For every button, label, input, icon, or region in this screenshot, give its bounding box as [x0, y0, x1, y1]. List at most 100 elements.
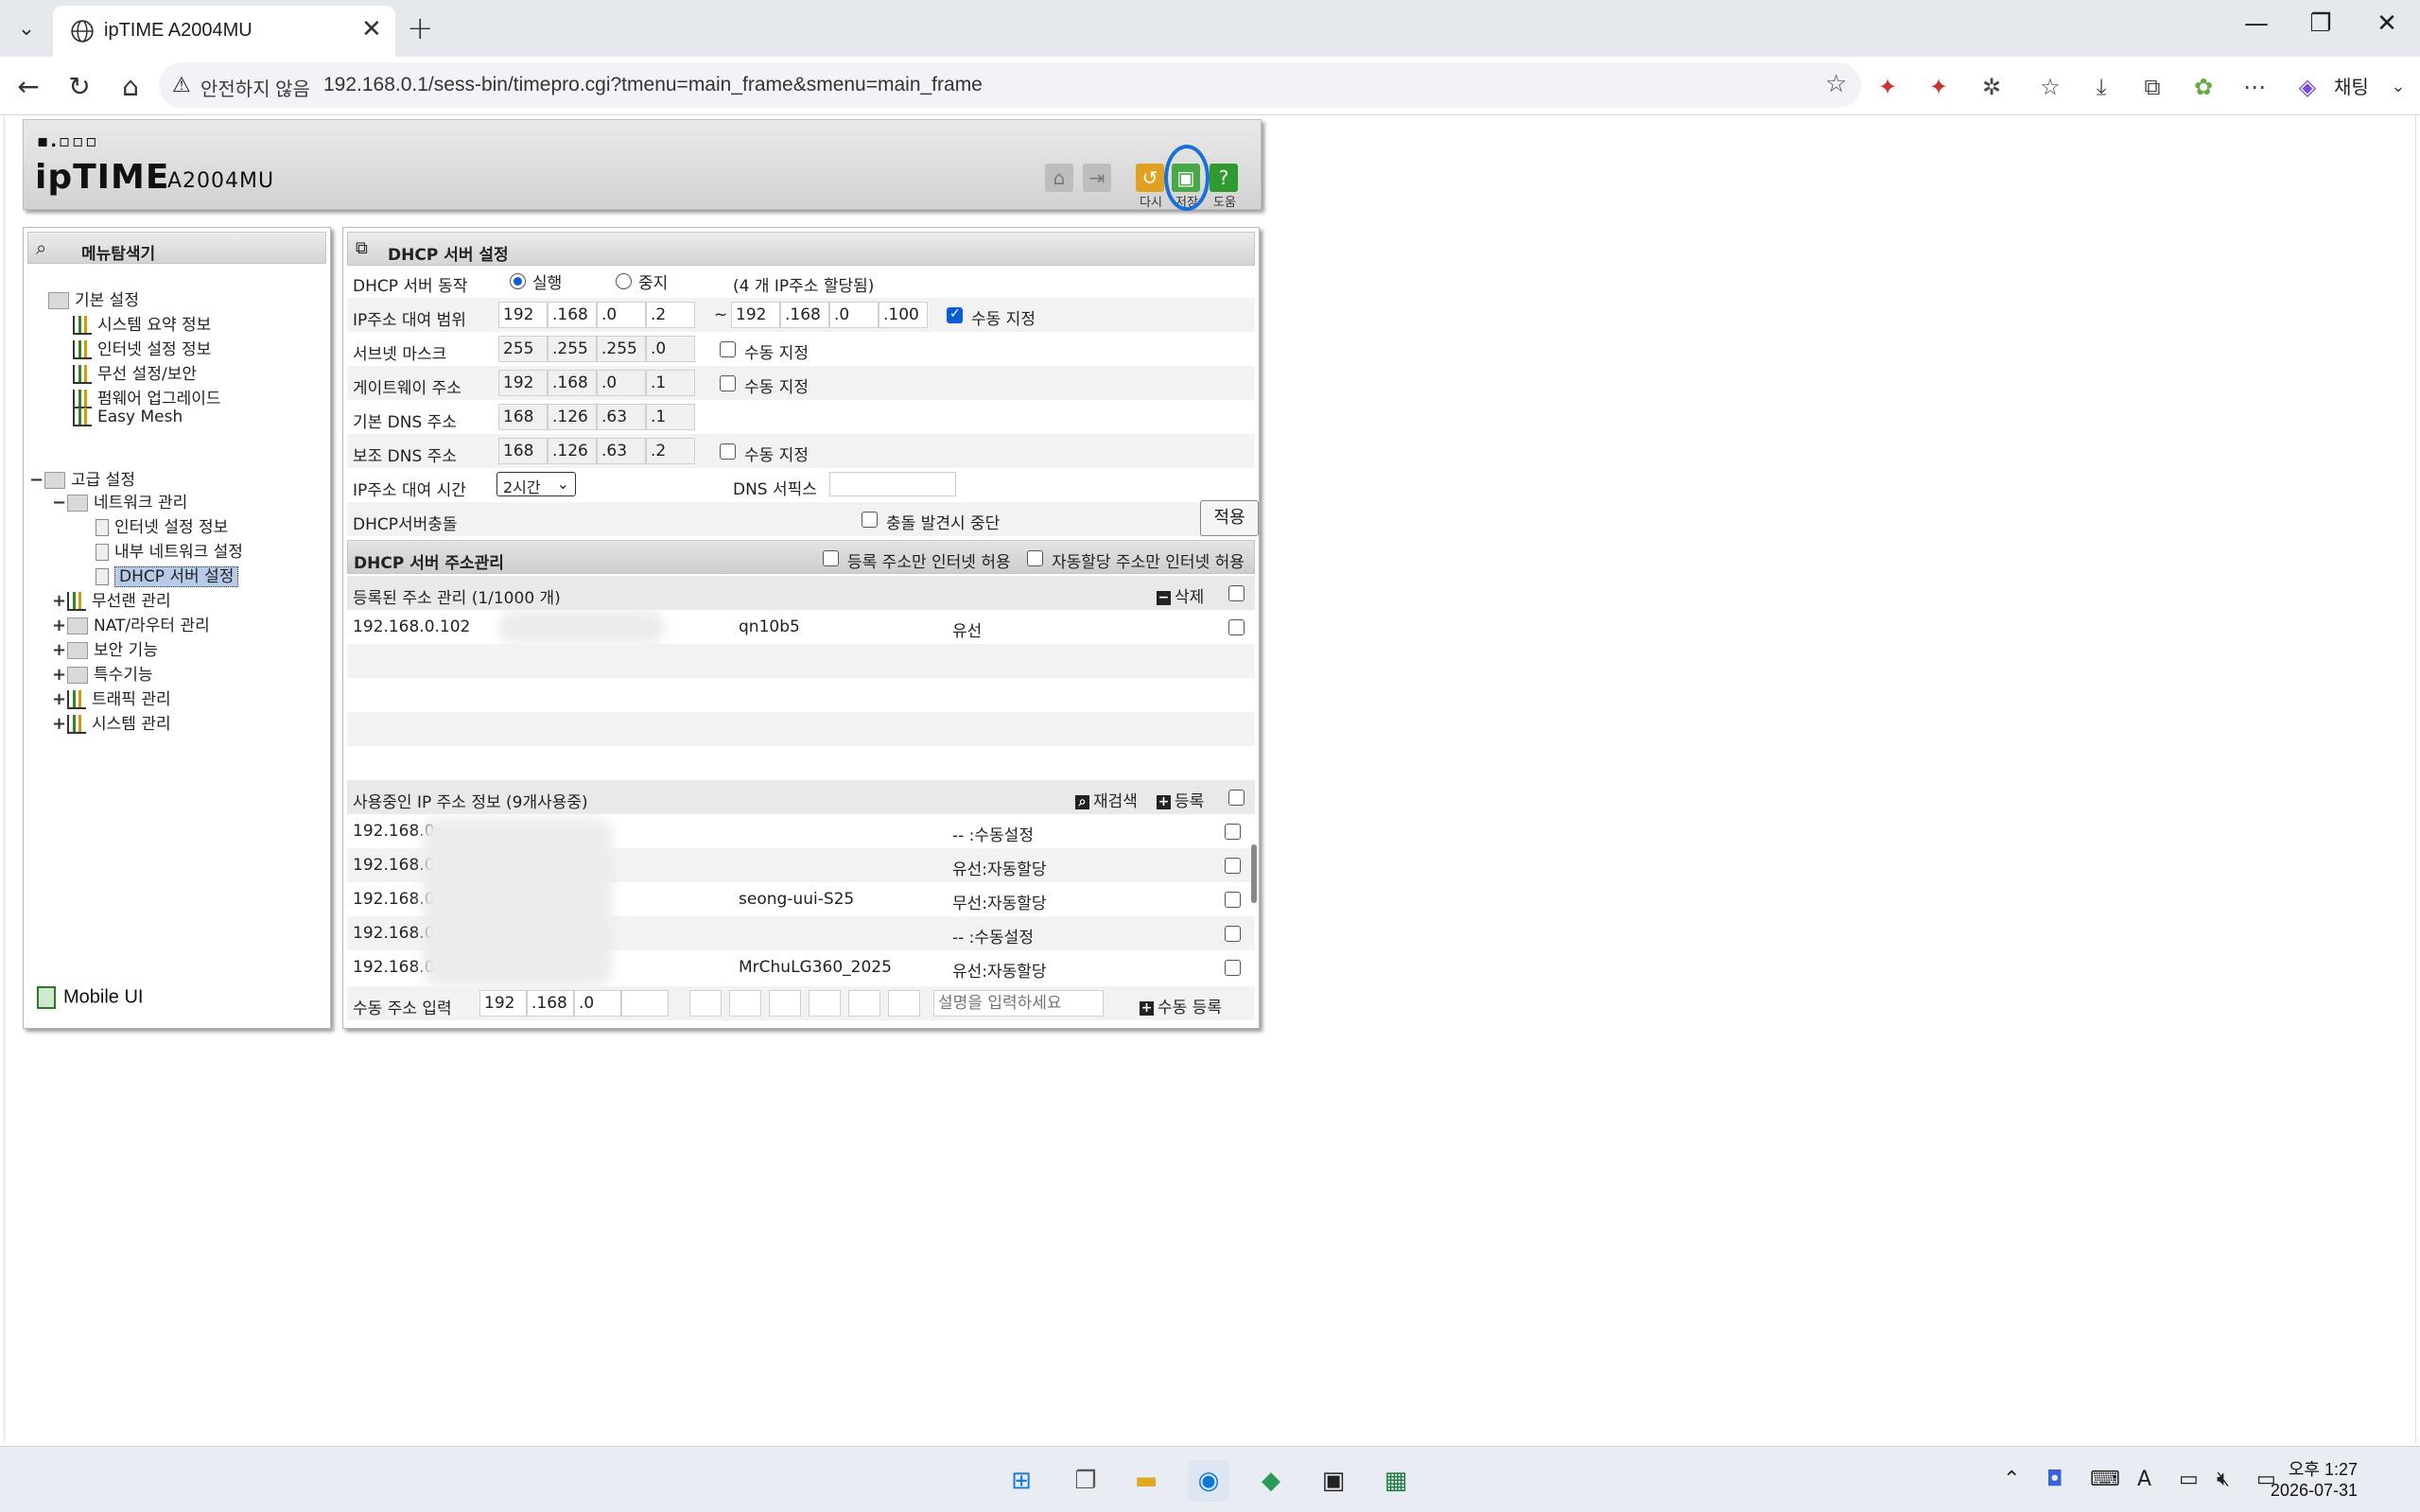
collapse-icon[interactable]: − [29, 470, 44, 490]
dns-suffix-input[interactable] [829, 472, 956, 496]
range-manual-label[interactable]: 수동 지정 [971, 305, 1036, 329]
tree-item-dhcp-server[interactable]: DHCP 서버 설정 [96, 563, 239, 587]
help-icon[interactable]: ? [1210, 164, 1238, 192]
range-start-octet-3[interactable] [597, 302, 646, 328]
back-arrow-icon[interactable]: ← [9, 68, 47, 106]
clock-time[interactable]: 오후 1:27 [2289, 1456, 2358, 1481]
gateway-octet-3[interactable] [597, 370, 646, 396]
lease-time-select[interactable]: 2시간 ⌄ [496, 472, 576, 496]
tree-group-system[interactable]: + 시스템 관리 [52, 710, 171, 734]
task-view-icon[interactable]: ❐ [1065, 1460, 1106, 1502]
clock-date[interactable]: 2026-07-31 [2271, 1481, 2358, 1501]
delete-button[interactable]: − 삭제 [1157, 583, 1204, 607]
conflict-stop-checkbox[interactable] [862, 512, 878, 528]
range-end-octet-1[interactable] [731, 302, 780, 328]
range-end-octet-2[interactable] [780, 302, 829, 328]
mac-part-1[interactable] [689, 990, 722, 1017]
terminal-icon[interactable]: ▣ [1313, 1460, 1354, 1502]
subnet-octet-1[interactable] [498, 336, 548, 362]
minimize-icon[interactable]: — [2228, 9, 2285, 38]
address-bar[interactable]: ⚠ 안전하지 않음 192.168.0.1/sess-bin/timepro.c… [159, 62, 1861, 108]
expand-icon[interactable]: + [52, 616, 67, 635]
subnet-manual-label[interactable]: 수동 지정 [744, 339, 809, 363]
range-end-octet-4[interactable] [879, 302, 928, 328]
help-label[interactable]: 도움 [1213, 192, 1236, 210]
inuse-row-checkbox[interactable] [1225, 858, 1241, 874]
manual-register-button[interactable]: + 수동 등록 [1140, 994, 1222, 1017]
mac-part-6[interactable] [888, 990, 920, 1017]
inuse-row-checkbox[interactable] [1225, 824, 1241, 840]
conflict-stop-label[interactable]: 충돌 발견시 중단 [886, 510, 1000, 533]
mac-part-4[interactable] [809, 990, 841, 1017]
restart-icon[interactable]: ↺ [1136, 164, 1164, 192]
dns2-octet-4[interactable] [646, 438, 695, 464]
manual-octet-4[interactable] [621, 990, 669, 1017]
auto-only-label[interactable]: 자동할당 주소만 인터넷 허용 [1052, 548, 1245, 572]
radio-stop-label[interactable]: 중지 [638, 269, 668, 293]
extensions-puzzle-icon[interactable]: ✲ [1973, 68, 2011, 106]
screenshot-icon[interactable]: ⧉ [2133, 68, 2171, 106]
tree-group-traffic[interactable]: + 트래픽 관리 [52, 686, 171, 709]
home-icon[interactable]: ⌂ [112, 68, 149, 106]
range-start-octet-4[interactable] [646, 302, 695, 328]
network-icon[interactable]: ▭ [2179, 1468, 2199, 1491]
radio-run-label[interactable]: 실행 [532, 269, 562, 293]
manual-octet-1[interactable] [479, 990, 527, 1017]
expand-icon[interactable]: + [52, 665, 67, 685]
favorites-icon[interactable]: ☆ [2031, 68, 2069, 106]
inuse-row-checkbox[interactable] [1225, 926, 1241, 942]
inuse-select-all-checkbox[interactable] [1228, 790, 1245, 806]
chat-label[interactable]: 채팅 [2334, 72, 2369, 99]
home-icon[interactable]: ⌂ [1045, 164, 1073, 192]
excel-icon[interactable]: ▦ [1375, 1460, 1417, 1502]
apply-button[interactable]: 적용 [1200, 500, 1259, 536]
subnet-octet-4[interactable] [646, 336, 695, 362]
tree-item-internet-info[interactable]: 인터넷 설정 정보 [73, 336, 211, 359]
keyboard-icon[interactable]: ⌨ [2090, 1468, 2120, 1491]
file-explorer-icon[interactable]: ▬ [1125, 1460, 1167, 1502]
more-menu-icon[interactable]: ⋯ [2236, 68, 2273, 106]
restart-label[interactable]: 다시 [1140, 192, 1162, 210]
pdf-extension-2-icon[interactable]: ✦ [1920, 68, 1958, 106]
tab-list-chevron-icon[interactable]: ⌄ [9, 11, 44, 45]
register-button[interactable]: + 등록 [1157, 788, 1204, 811]
ime-icon[interactable]: A [2137, 1468, 2151, 1491]
edge-browser-icon[interactable]: ◉ [1188, 1460, 1229, 1502]
tree-item-easy-mesh[interactable]: Easy Mesh [73, 408, 183, 426]
radio-stop[interactable] [616, 273, 632, 289]
favorite-star-icon[interactable]: ☆ [1825, 70, 1847, 98]
auto-only-checkbox[interactable] [1027, 550, 1043, 566]
dns1-octet-1[interactable] [498, 404, 548, 430]
tree-advanced-settings[interactable]: − 고급 설정 [29, 466, 135, 490]
tree-item-wireless[interactable]: 무선 설정/보안 [73, 360, 197, 384]
restore-icon[interactable]: ❐ [2292, 9, 2349, 38]
logout-icon[interactable]: ⇥ [1083, 164, 1111, 192]
gateway-manual-label[interactable]: 수동 지정 [744, 374, 809, 397]
radio-run[interactable] [510, 273, 526, 289]
app-diamond-icon[interactable]: ◆ [1250, 1460, 1292, 1502]
subnet-octet-3[interactable] [597, 336, 646, 362]
tree-item-internet-settings[interactable]: 인터넷 설정 정보 [96, 513, 228, 537]
inuse-row-checkbox[interactable] [1225, 892, 1241, 908]
manual-octet-2[interactable] [527, 990, 574, 1017]
expand-icon[interactable]: + [52, 689, 67, 709]
pdf-extension-icon[interactable]: ✦ [1869, 68, 1906, 106]
volume-muted-icon[interactable]: 🔇︎ [2217, 1468, 2230, 1491]
tab-close-icon[interactable]: ✕ [361, 15, 382, 43]
start-windows-icon[interactable]: ⊞ [1001, 1460, 1042, 1502]
subnet-octet-2[interactable] [548, 336, 597, 362]
chat-chevron-icon[interactable]: ⌄ [2379, 68, 2417, 106]
copilot-icon[interactable]: ◈ [2289, 68, 2326, 106]
gateway-octet-4[interactable] [646, 370, 695, 396]
tree-group-security[interactable]: + 보안 기능 [52, 636, 158, 660]
expand-icon[interactable]: + [52, 591, 67, 611]
subnet-manual-checkbox[interactable] [720, 341, 736, 357]
mac-part-3[interactable] [769, 990, 801, 1017]
tree-item-firmware[interactable]: 펌웨어 업그레이드 [73, 385, 221, 408]
dns2-manual-label[interactable]: 수동 지정 [744, 442, 809, 465]
manual-octet-3[interactable] [574, 990, 621, 1017]
range-manual-checkbox[interactable] [947, 306, 963, 323]
collapse-icon[interactable]: − [52, 493, 67, 513]
tree-group-special[interactable]: + 특수기능 [52, 661, 153, 685]
registered-row-checkbox[interactable] [1228, 619, 1245, 635]
